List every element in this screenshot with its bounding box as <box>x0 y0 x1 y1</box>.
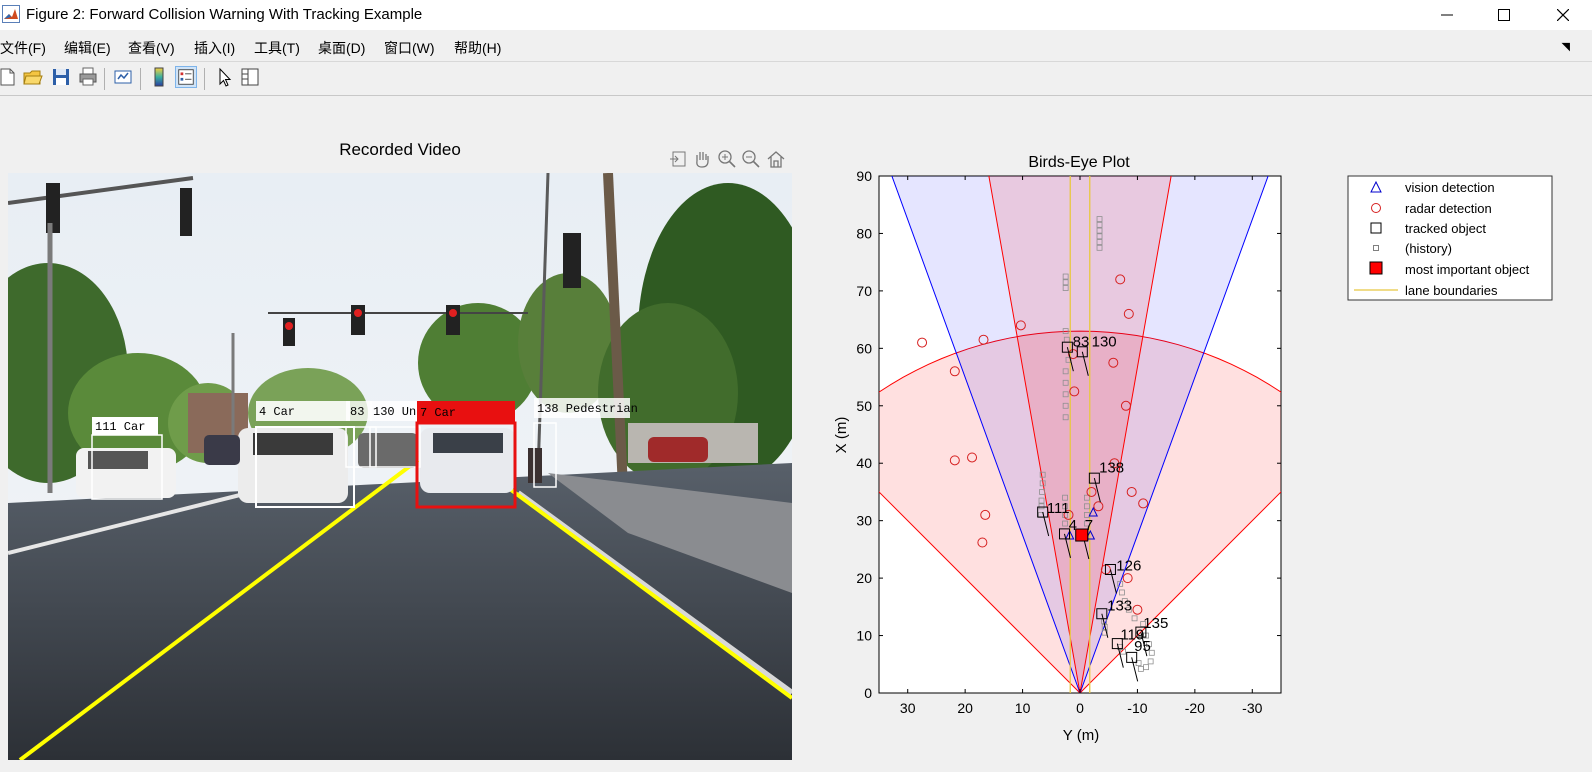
x-tick-label: -30 <box>1242 700 1262 716</box>
toolbar-separator <box>204 68 205 90</box>
detection-label: 138 Pedestrian <box>537 402 638 416</box>
maximize-button[interactable] <box>1475 0 1533 30</box>
menu-desktop[interactable]: 桌面(D) <box>318 38 365 58</box>
y-tick-label: 10 <box>856 628 872 644</box>
y-tick-label: 80 <box>856 225 872 241</box>
toolbar-separator <box>140 68 141 90</box>
x-tick-label: 30 <box>900 700 916 716</box>
video-title: Recorded Video <box>339 140 461 159</box>
menu-edit[interactable]: 编辑(E) <box>64 38 111 58</box>
save-icon[interactable] <box>50 66 72 88</box>
title-bar: Figure 2: Forward Collision Warning With… <box>0 0 1592 30</box>
detection-label: 83 <box>350 405 364 419</box>
menu-view[interactable]: 查看(V) <box>128 38 175 58</box>
detection-label: 4 Car <box>259 405 295 419</box>
x-tick-label: 10 <box>1015 700 1031 716</box>
y-tick-label: 30 <box>856 513 872 529</box>
close-button[interactable] <box>1534 0 1592 30</box>
maximize-icon <box>1498 9 1510 21</box>
y-tick-label: 0 <box>864 685 872 701</box>
axes-toolbar <box>668 149 786 169</box>
print-icon[interactable] <box>77 66 99 88</box>
insert-legend-icon[interactable] <box>175 66 197 88</box>
y-tick-label: 90 <box>856 168 872 184</box>
birds-eye-plot: Birds-Eye Plot 83 1301381114 7126133135119… <box>833 154 1553 744</box>
track-label: 83 <box>1073 333 1090 350</box>
export-icon[interactable] <box>668 149 688 169</box>
minimize-icon <box>1441 14 1453 16</box>
track-label: 130 <box>1092 333 1117 350</box>
track-label: 111 <box>1047 500 1070 517</box>
track-label: 126 <box>1116 557 1141 574</box>
legend[interactable]: vision detection radar detection tracked… <box>1347 175 1553 301</box>
matlab-logo-icon <box>2 5 20 23</box>
legend-label: tracked object <box>1405 221 1486 236</box>
y-tick-label: 40 <box>856 455 872 471</box>
insert-colorbar-icon[interactable] <box>148 66 170 88</box>
x-tick-label: 20 <box>957 700 973 716</box>
menu-overflow-icon[interactable]: ◥ <box>1562 40 1570 53</box>
toolbar-separator <box>104 68 105 90</box>
plot-axes: 83 1301381114 71261331351199530 20 10 0 -10 -20… <box>856 168 1282 716</box>
menu-file[interactable]: 文件(F) <box>0 38 46 58</box>
new-figure-icon[interactable] <box>0 66 18 88</box>
legend-label: lane boundaries <box>1405 283 1498 298</box>
detection-label: 7 Car <box>420 406 456 420</box>
property-inspector-icon[interactable] <box>239 66 261 88</box>
plot-title: Birds-Eye Plot <box>1028 154 1130 171</box>
track-label: 135 <box>1143 615 1168 632</box>
filled-square-marker-icon <box>1369 261 1383 275</box>
x-tick-label: 0 <box>1076 700 1084 716</box>
link-plot-icon[interactable] <box>112 66 134 88</box>
menu-tools[interactable]: 工具(T) <box>254 38 300 58</box>
x-tick-label: -10 <box>1127 700 1147 716</box>
home-icon[interactable] <box>766 149 786 169</box>
video-frame: 111 Car 4 Car 83 130 Unknown 7 Car 138 P… <box>8 173 792 760</box>
zoom-in-icon[interactable] <box>717 149 737 169</box>
menu-bar: 文件(F) 编辑(E) 查看(V) 插入(I) 工具(T) 桌面(D) 窗口(W… <box>0 36 1592 60</box>
y-tick-label: 50 <box>856 398 872 414</box>
menu-help[interactable]: 帮助(H) <box>454 38 501 58</box>
open-file-icon[interactable] <box>22 66 44 88</box>
y-axis-label: X (m) <box>833 417 850 454</box>
x-axis-label: Y (m) <box>1063 727 1099 744</box>
y-tick-label: 70 <box>856 283 872 299</box>
menu-insert[interactable]: 插入(I) <box>194 38 235 58</box>
figure-toolbar <box>0 61 1592 96</box>
legend-label: most important object <box>1405 262 1530 277</box>
zoom-out-icon[interactable] <box>741 149 761 169</box>
x-tick-label: -20 <box>1185 700 1205 716</box>
legend-label: radar detection <box>1405 201 1492 216</box>
detection-label: 111 Car <box>95 420 145 434</box>
track-label: 133 <box>1107 598 1132 615</box>
y-tick-label: 60 <box>856 340 872 356</box>
close-icon <box>1557 9 1569 21</box>
track-label: 138 <box>1099 460 1124 477</box>
edit-plot-icon[interactable] <box>213 66 235 88</box>
track-label: 95 <box>1134 638 1151 655</box>
y-tick-label: 20 <box>856 570 872 586</box>
menu-window[interactable]: 窗口(W) <box>384 38 435 58</box>
track-label: 7 <box>1085 517 1093 534</box>
window-title: Figure 2: Forward Collision Warning With… <box>26 6 423 23</box>
legend-label: vision detection <box>1405 180 1495 195</box>
minimize-button[interactable] <box>1418 0 1476 30</box>
pan-icon[interactable] <box>692 149 712 169</box>
track-label: 4 <box>1069 517 1077 534</box>
legend-label: (history) <box>1405 241 1452 256</box>
